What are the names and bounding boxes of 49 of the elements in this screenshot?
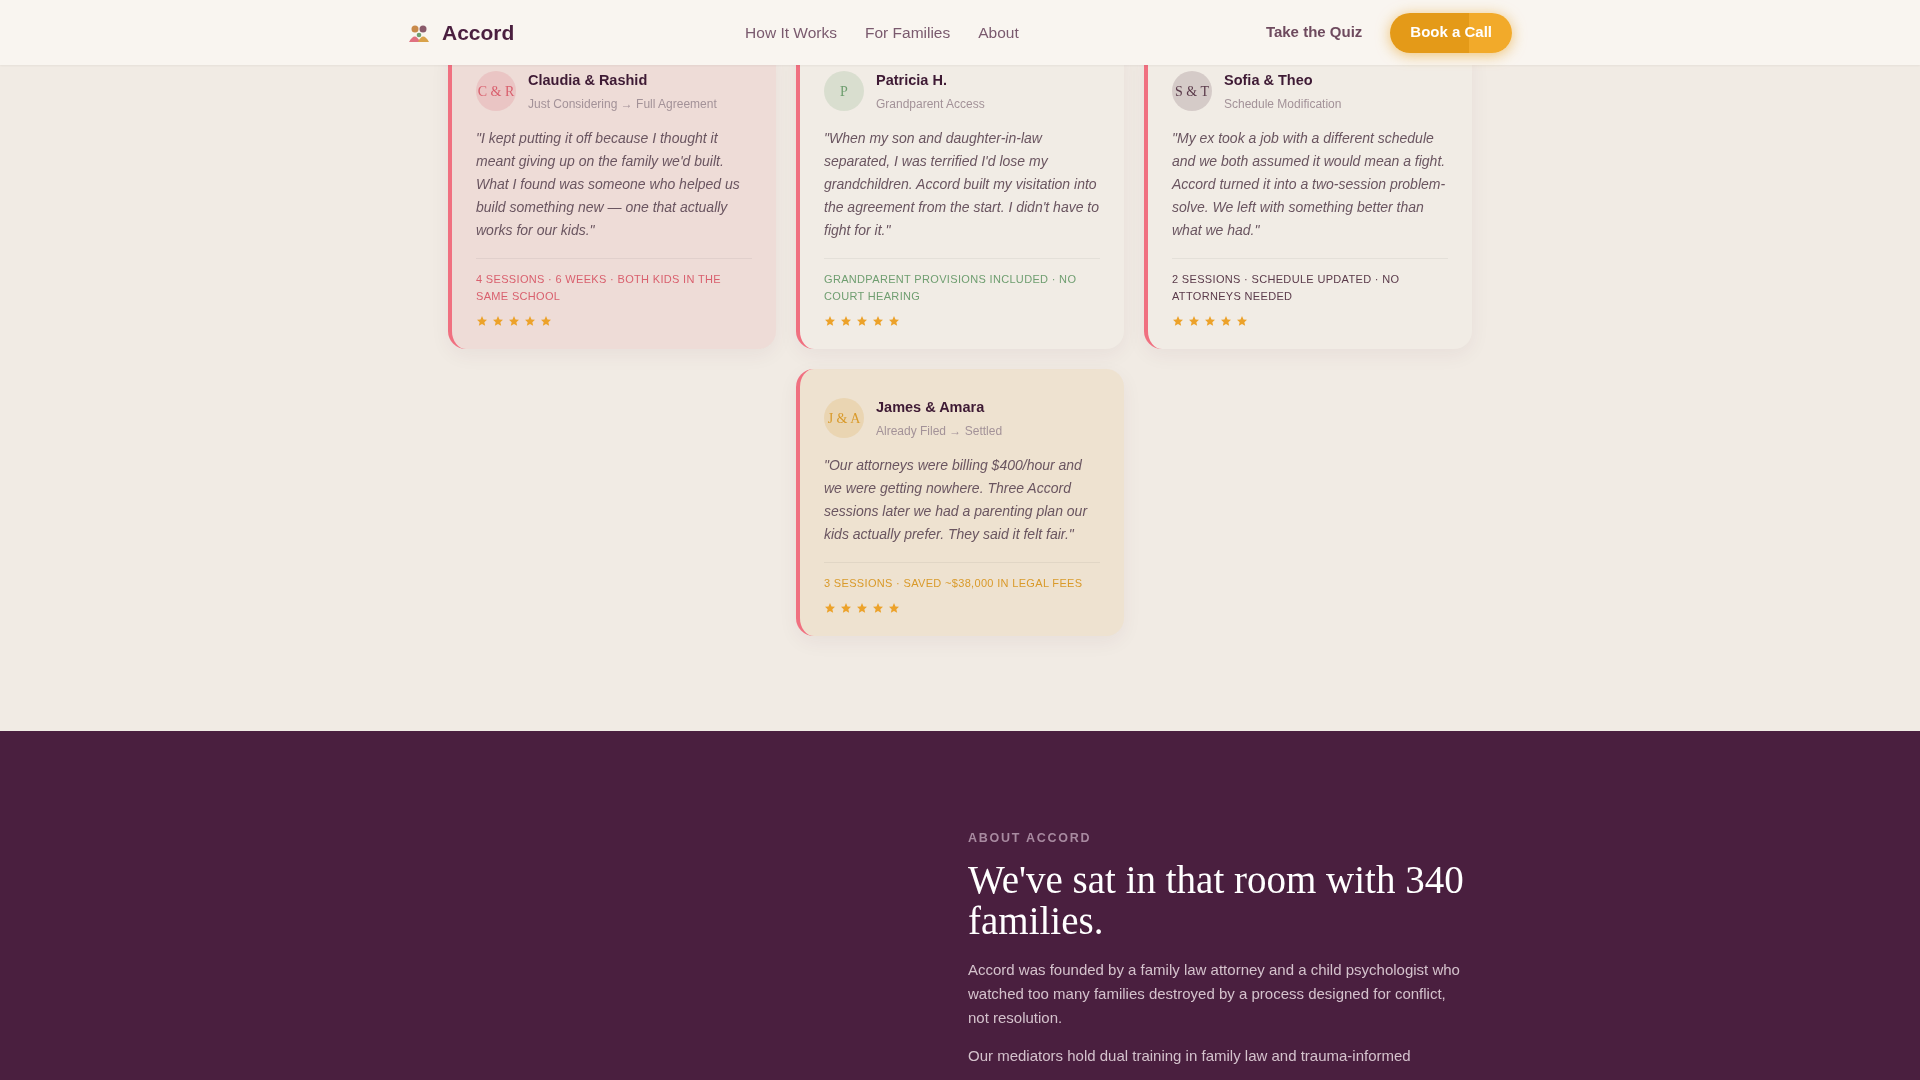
section-eyebrow: ABOUT ACCORD xyxy=(968,830,1093,847)
client-name: James & Amara xyxy=(876,397,986,417)
client-name: Sofia & Theo xyxy=(1224,71,1314,90)
star-icon xyxy=(856,601,868,614)
testimonial-quote: "Our attorneys were billing $400/hour and we were getting nowhere. Three Accord sessions later we had a parenting plan our kids actually prefer. They said it felt fair." xyxy=(824,455,1089,544)
star-icon xyxy=(508,314,520,327)
star-icon xyxy=(1204,314,1216,327)
star-icon xyxy=(1220,314,1232,327)
outcome-summary: 4 SESSIONS · 6 WEEKS · BOTH KIDS IN THE SAME SCHOOL xyxy=(476,271,722,304)
star-icon xyxy=(872,314,884,327)
nav-link[interactable]: About xyxy=(978,20,1019,45)
outcome-summary: 3 SESSIONS · SAVED ~$38,000 IN LEGAL FEES xyxy=(824,575,1084,591)
avatar: C & R xyxy=(476,71,516,112)
star-icon xyxy=(524,314,536,327)
client-name: Claudia & Rashid xyxy=(528,71,649,90)
outcome-summary: GRANDPARENT PROVISIONS INCLUDED · NO COURT HEARING xyxy=(824,271,1078,304)
testimonial-quote: "I kept putting it off because I thought it meant giving up on the family we'd built. What I found was someone who helped us build something new — one that actually works for our kids." xyxy=(476,128,741,240)
journey-label: Schedule Modification xyxy=(1224,95,1342,113)
testimonial-quote: "When my son and daughter-in-law separated, I was terrified I'd lose my grandchildren. Accord built my visitation into the agreement from the start. I didn't have to fight for it." xyxy=(824,128,1100,240)
journey-label: Grandparent Access xyxy=(876,95,985,113)
star-icon xyxy=(1172,314,1184,327)
nav-link[interactable]: For Families xyxy=(865,20,951,45)
avatar: S & T xyxy=(1172,71,1212,112)
star-icon xyxy=(1236,314,1248,327)
outcome-summary: 2 SESSIONS · SCHEDULE UPDATED · NO ATTORNEYS NEEDED xyxy=(1172,271,1401,304)
about-paragraph: Our mediators hold dual training in family law and trauma-informed xyxy=(968,1045,1412,1066)
quiz-link[interactable]: Take the Quiz xyxy=(1265,21,1363,44)
star-icon xyxy=(888,314,900,327)
section-heading: We've sat in that room with 340 families. xyxy=(968,859,1465,942)
star-icon xyxy=(824,601,836,614)
star-icon xyxy=(476,314,488,327)
testimonial-quote: "My ex took a job with a different schedule and we both assumed it would mean a fight. Accord turned it into a two-session problem-solve. We left with something better than what we had." xyxy=(1172,128,1447,240)
star-icon xyxy=(840,601,852,614)
avatar: J & A xyxy=(824,398,864,439)
star-icon xyxy=(856,314,868,327)
journey-label: Just Considering → Full Agreement xyxy=(528,95,717,113)
star-icon xyxy=(872,601,884,614)
brand-name[interactable]: Accord xyxy=(442,16,515,49)
avatar: P xyxy=(824,71,864,112)
star-icon xyxy=(840,314,852,327)
star-icon xyxy=(492,314,504,327)
star-icon xyxy=(1188,314,1200,327)
star-icon xyxy=(540,314,552,327)
about-paragraph: Accord was founded by a family law attorney and a child psychologist who watched too many families destroyed by a process designed for conflict, not resolution. xyxy=(968,959,1461,1028)
client-name: Patricia H. xyxy=(876,71,948,90)
journey-label: Already Filed → Settled xyxy=(876,422,1003,440)
nav-link[interactable]: How It Works xyxy=(745,20,837,45)
star-icon xyxy=(888,601,900,614)
star-icon xyxy=(824,314,836,327)
